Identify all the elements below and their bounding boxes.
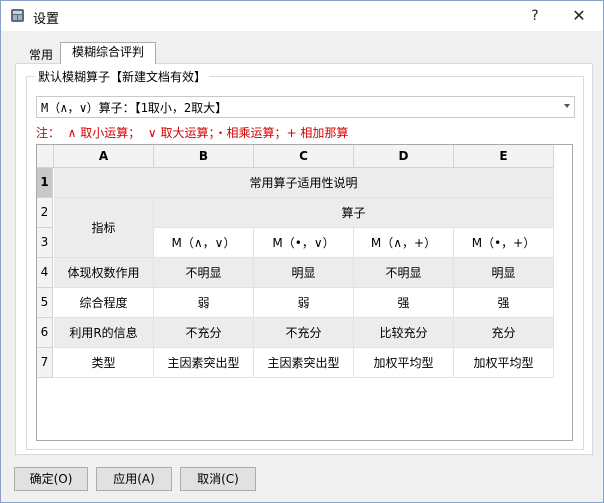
tab-common[interactable]: 常用 (20, 45, 62, 64)
operator-select[interactable]: M（∧，∨）算子：【1取小，2取大】 (36, 96, 575, 118)
app-icon (11, 9, 24, 22)
default-operator-group: 默认模糊算子【新建文档有效】 M（∧，∨）算子：【1取小，2取大】 注： ∧ 取… (26, 68, 584, 450)
column-header-b[interactable]: B (154, 145, 254, 168)
cancel-button[interactable]: 取消(C) (180, 467, 256, 491)
row-header-2[interactable]: 2 (37, 198, 53, 228)
column-header-d[interactable]: D (354, 145, 454, 168)
ok-button[interactable]: 确定(O) (14, 467, 88, 491)
tab-page-fuzzy-evaluation: 默认模糊算子【新建文档有效】 M（∧，∨）算子：【1取小，2取大】 注： ∧ 取… (15, 63, 593, 455)
window-title: 设置 (33, 12, 60, 27)
row-header-7[interactable]: 7 (37, 348, 53, 378)
chevron-down-icon[interactable] (564, 104, 570, 108)
cell-d4[interactable]: 不明显 (354, 258, 454, 288)
cell-c5[interactable]: 弱 (254, 288, 354, 318)
cell-indicator[interactable]: 指标 (54, 198, 154, 258)
cell-a7[interactable]: 类型 (54, 348, 154, 378)
cell-a6[interactable]: 利用R的信息 (54, 318, 154, 348)
row-header-5[interactable]: 5 (37, 288, 53, 318)
cell-d3[interactable]: M（∧，+） (354, 228, 454, 258)
cell-c7[interactable]: 主因素突出型 (254, 348, 354, 378)
operator-note: 注： ∧ 取小运算； ∨ 取大运算；・相乘运算；+ 相加那算 (36, 126, 349, 140)
row-header-6[interactable]: 6 (37, 318, 53, 348)
cell-e3[interactable]: M（•，+） (454, 228, 554, 258)
cell-e7[interactable]: 加权平均型 (454, 348, 554, 378)
sheet-corner[interactable] (37, 145, 54, 168)
operator-sheet: A B C D E 1 2 3 4 5 6 7 常用算子适用性说明 指标 算子 … (36, 144, 573, 441)
group-legend: 默认模糊算子【新建文档有效】 (35, 68, 210, 85)
apply-button[interactable]: 应用(A) (96, 467, 172, 491)
cell-b5[interactable]: 弱 (154, 288, 254, 318)
cell-b6[interactable]: 不充分 (154, 318, 254, 348)
cell-e6[interactable]: 充分 (454, 318, 554, 348)
cell-b3[interactable]: M（∧，∨） (154, 228, 254, 258)
column-header-e[interactable]: E (454, 145, 554, 168)
settings-dialog: 设置 ? ✕ 常用 模糊综合评判 默认模糊算子【新建文档有效】 M（∧，∨）算子… (0, 0, 604, 503)
close-button[interactable]: ✕ (557, 1, 601, 31)
title-bar: 设置 ? ✕ (1, 1, 603, 31)
cell-d5[interactable]: 强 (354, 288, 454, 318)
help-button[interactable]: ? (513, 1, 557, 31)
cell-c3[interactable]: M（•，∨） (254, 228, 354, 258)
row-header-4[interactable]: 4 (37, 258, 53, 288)
tab-fuzzy-evaluation[interactable]: 模糊综合评判 (60, 42, 156, 64)
cell-c4[interactable]: 明显 (254, 258, 354, 288)
row-header-1[interactable]: 1 (37, 168, 53, 198)
operator-select-value: M（∧，∨）算子：【1取小，2取大】 (41, 101, 228, 115)
column-header-a[interactable]: A (54, 145, 154, 168)
cell-a4[interactable]: 体现权数作用 (54, 258, 154, 288)
cell-e5[interactable]: 强 (454, 288, 554, 318)
cell-a5[interactable]: 综合程度 (54, 288, 154, 318)
row-header-3[interactable]: 3 (37, 228, 53, 258)
cell-b4[interactable]: 不明显 (154, 258, 254, 288)
cell-b7[interactable]: 主因素突出型 (154, 348, 254, 378)
cell-e4[interactable]: 明显 (454, 258, 554, 288)
cell-operator[interactable]: 算子 (154, 198, 554, 228)
column-header-c[interactable]: C (254, 145, 354, 168)
cell-d6[interactable]: 比较充分 (354, 318, 454, 348)
cell-title[interactable]: 常用算子适用性说明 (54, 168, 554, 198)
cell-c6[interactable]: 不充分 (254, 318, 354, 348)
cell-d7[interactable]: 加权平均型 (354, 348, 454, 378)
